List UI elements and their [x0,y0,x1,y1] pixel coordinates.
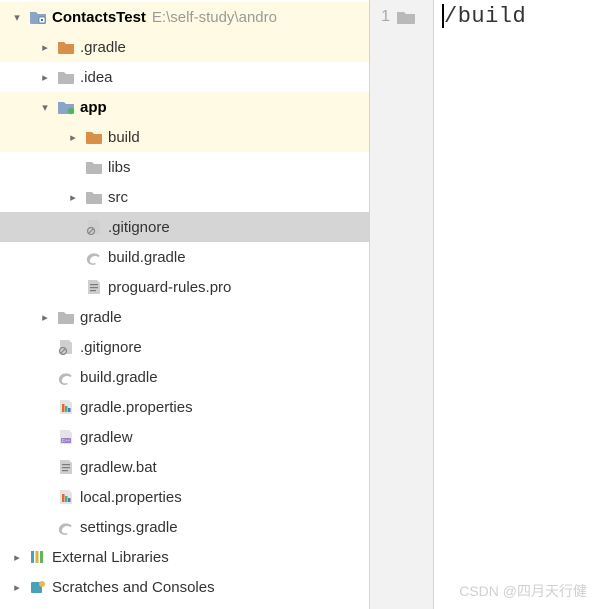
tree-label: gradle [80,309,122,326]
chevron-right-icon[interactable] [40,72,50,82]
chevron-right-icon[interactable] [40,312,50,322]
editor-text: /build [444,4,526,29]
chevron-right-icon[interactable] [68,192,78,202]
folder-icon [56,308,76,326]
tree-label: proguard-rules.pro [108,279,231,296]
chevron-down-icon[interactable] [40,102,50,112]
text-file-icon [84,278,104,296]
folder-icon [84,158,104,176]
tree-row-root-gitignore[interactable]: .gitignore [0,332,369,362]
tree-label: Scratches and Consoles [52,579,215,596]
module-folder-icon [28,8,48,26]
tree-label: src [108,189,128,206]
chevron-right-icon[interactable] [12,582,22,592]
tree-root-path: E:\self-study\andro [152,9,277,26]
ignored-file-icon [56,338,76,356]
tree-row-proguard[interactable]: proguard-rules.pro [0,272,369,302]
svg-text:C++: C++ [62,438,71,443]
folder-icon [56,38,76,56]
chevron-right-icon[interactable] [68,132,78,142]
line-number: 1 [376,8,390,26]
tree-label: .idea [80,69,113,86]
tree-label: build.gradle [108,249,186,266]
spacer [40,462,50,472]
tree-label: app [80,99,107,116]
gradle-file-icon [56,368,76,386]
tree-row-idea[interactable]: .idea [0,62,369,92]
folder-icon [84,188,104,206]
editor-panel: 1 /build CSDN @四月天行健 [370,0,595,609]
scratches-icon [28,578,48,596]
tree-row-gradle-dot[interactable]: .gradle [0,32,369,62]
spacer [40,492,50,502]
tree-row-gradlew[interactable]: C++ gradlew [0,422,369,452]
tree-label: build [108,129,140,146]
tree-label: gradle.properties [80,399,193,416]
tree-label: gradlew.bat [80,459,157,476]
ignored-file-icon [84,218,104,236]
spacer [40,432,50,442]
folder-icon [84,128,104,146]
gradle-file-icon [84,248,104,266]
tree-label: local.properties [80,489,182,506]
tree-row-local-properties[interactable]: local.properties [0,482,369,512]
editor-content[interactable]: /build [434,0,595,609]
tree-label: libs [108,159,131,176]
tree-row-settings-gradle[interactable]: settings.gradle [0,512,369,542]
spacer [40,372,50,382]
tree-row-scratches[interactable]: Scratches and Consoles [0,572,369,602]
tree-row-gradlew-bat[interactable]: gradlew.bat [0,452,369,482]
gradle-file-icon [56,518,76,536]
project-tree-panel: ContactsTest E:\self-study\andro .gradle… [0,0,370,609]
tree-label: .gradle [80,39,126,56]
spacer [40,522,50,532]
tree-label: .gitignore [108,219,170,236]
spacer [40,342,50,352]
tree-row-root[interactable]: ContactsTest E:\self-study\andro [0,2,369,32]
spacer [40,402,50,412]
tree-row-libs[interactable]: libs [0,152,369,182]
tree-label: .gitignore [80,339,142,356]
spacer [68,162,78,172]
chevron-down-icon[interactable] [12,12,22,22]
tree-row-root-build-gradle[interactable]: build.gradle [0,362,369,392]
tree-label-root: ContactsTest [52,9,146,26]
text-file-icon [56,458,76,476]
tree-row-app-build-gradle[interactable]: build.gradle [0,242,369,272]
tree-row-app[interactable]: app [0,92,369,122]
tree-row-gradle-folder[interactable]: gradle [0,302,369,332]
tree-label: settings.gradle [80,519,178,536]
properties-file-icon [56,488,76,506]
tree-label: External Libraries [52,549,169,566]
tree-row-external-libraries[interactable]: External Libraries [0,542,369,572]
tree-row-gradle-properties[interactable]: gradle.properties [0,392,369,422]
watermark: CSDN @四月天行健 [459,581,587,601]
folder-gutter-icon [396,9,416,25]
module-folder-icon [56,98,76,116]
spacer [68,282,78,292]
chevron-right-icon[interactable] [12,552,22,562]
properties-file-icon [56,398,76,416]
libraries-icon [28,548,48,566]
chevron-right-icon[interactable] [40,42,50,52]
tree-row-app-gitignore[interactable]: .gitignore [0,212,369,242]
script-file-icon: C++ [56,428,76,446]
spacer [68,252,78,262]
spacer [68,222,78,232]
tree-row-build[interactable]: build [0,122,369,152]
folder-icon [56,68,76,86]
tree-row-src[interactable]: src [0,182,369,212]
tree-label: gradlew [80,429,133,446]
tree-label: build.gradle [80,369,158,386]
editor-gutter: 1 [370,0,434,609]
